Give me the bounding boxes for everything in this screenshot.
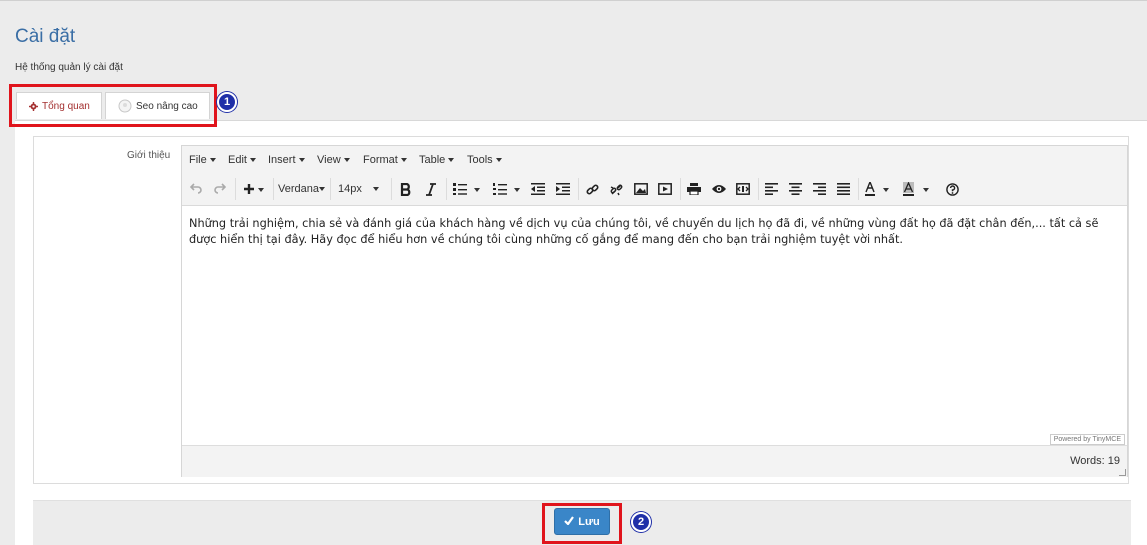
bullet-list-icon[interactable] [452,180,484,198]
image-icon[interactable] [632,180,650,198]
menu-insert[interactable]: Insert [268,154,305,166]
toolbar-separator [273,178,274,200]
menu-tools[interactable]: Tools [467,154,502,166]
align-justify-icon[interactable] [835,180,851,198]
unlink-icon[interactable] [607,180,625,198]
caret-down-icon [448,158,455,163]
toolbar-separator [758,178,759,200]
editor-text: Những trải nghiệm, chia sẻ và đánh giá c… [189,217,1099,246]
toolbar-separator [330,178,331,200]
menu-table[interactable]: Table [419,154,455,166]
bold-icon[interactable] [397,180,415,198]
step-badge-1: 1 [217,92,237,112]
toolbar-separator [858,178,859,200]
caret-down-icon [495,158,502,163]
word-count: Words: 19 [1070,455,1120,467]
resize-handle-icon[interactable] [1119,469,1126,476]
indent-icon[interactable] [555,180,571,198]
toolbar-separator [446,178,447,200]
background-color-icon[interactable] [902,180,934,198]
caret-down-icon [372,187,379,191]
editor-menubar: File Edit Insert View Format Table Tools [182,146,1127,175]
help-icon[interactable] [943,180,961,198]
caret-down-icon [209,158,216,163]
caret-down-icon [319,187,325,191]
align-center-icon[interactable] [787,180,803,198]
highlight-box-tabs [9,84,217,127]
caret-down-icon [400,158,407,163]
undo-icon[interactable] [188,180,204,198]
media-icon[interactable] [656,180,674,198]
rich-text-editor: File Edit Insert View Format Table Tools… [181,145,1128,477]
editor-toolbar: Verdana 14px [182,174,1127,206]
powered-by-label: Powered by TinyMCE [1049,434,1125,445]
toolbar-separator [235,178,236,200]
print-icon[interactable] [685,180,703,198]
top-border [0,0,1147,1]
field-label-intro: Giới thiệu [127,150,171,161]
insert-plus-icon[interactable] [240,180,268,198]
font-size-select[interactable]: 14px [338,180,384,198]
redo-icon[interactable] [212,180,228,198]
preview-icon[interactable] [710,180,728,198]
code-sample-icon[interactable] [734,180,752,198]
italic-icon[interactable] [422,180,440,198]
menu-edit[interactable]: Edit [228,154,256,166]
toolbar-separator [680,178,681,200]
align-right-icon[interactable] [811,180,827,198]
menu-file[interactable]: File [189,154,216,166]
editor-statusbar: Words: 19 [182,445,1127,477]
caret-down-icon [343,158,350,163]
toolbar-separator [578,178,579,200]
page-subtitle: Hệ thống quản lý cài đặt [15,62,123,73]
caret-down-icon [298,158,305,163]
outdent-icon[interactable] [530,180,546,198]
editor-content-area[interactable]: Những trải nghiệm, chia sẻ và đánh giá c… [182,206,1127,444]
menu-format[interactable]: Format [363,154,407,166]
align-left-icon[interactable] [763,180,779,198]
page-title: Cài đặt [15,26,76,47]
step-badge-2: 2 [631,512,651,532]
toolbar-separator [391,178,392,200]
font-family-select[interactable]: Verdana [278,180,325,198]
text-color-icon[interactable] [864,180,894,198]
highlight-box-save [542,503,622,544]
caret-down-icon [249,158,256,163]
link-icon[interactable] [583,180,601,198]
numbered-list-icon[interactable] [492,180,524,198]
menu-view[interactable]: View [317,154,350,166]
